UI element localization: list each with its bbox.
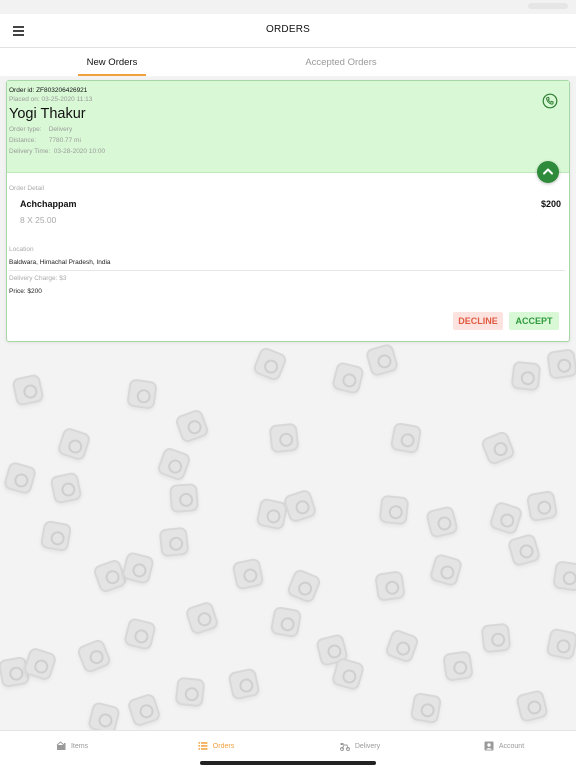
home-indicator xyxy=(200,761,376,765)
location-label: Location xyxy=(9,246,34,253)
background-pattern xyxy=(0,340,576,730)
decline-button[interactable]: DECLINE xyxy=(453,312,503,330)
nav-label-items: Items xyxy=(70,742,89,750)
divider xyxy=(9,270,565,271)
phone-icon[interactable] xyxy=(542,93,558,109)
distance: Distance: 7780.77 mi xyxy=(9,137,81,144)
collapse-button[interactable] xyxy=(537,161,559,183)
items-icon xyxy=(56,741,66,750)
order-type: Order type: Delivery xyxy=(9,126,73,133)
delivery-time: Delivery Time: 03-28-2020 10:00 xyxy=(9,148,106,155)
tab-new-orders[interactable]: New Orders xyxy=(78,48,146,76)
tab-accepted-orders[interactable]: Accepted Orders xyxy=(296,48,386,76)
nav-label-account: Account xyxy=(498,742,525,750)
page-title: ORDERS xyxy=(266,24,310,35)
order-id: Order id: ZF803206426921 xyxy=(9,87,88,94)
bottom-nav: Items Orders Delivery Account xyxy=(0,730,576,768)
item-price: $200 xyxy=(540,199,561,209)
item-name: Achchappam xyxy=(20,199,77,209)
delivery-icon xyxy=(339,743,350,751)
delivery-charge: Delivery Charge: $3 xyxy=(9,275,67,282)
customer-name: Yogi Thakur xyxy=(9,106,86,122)
account-icon xyxy=(484,741,494,751)
order-card-header[interactable]: Order id: ZF803206426921 Placed on: 03-2… xyxy=(7,81,569,173)
chevron-up-icon xyxy=(543,168,553,175)
order-detail-label: Order Detail xyxy=(9,185,45,192)
app-header: ORDERS xyxy=(0,14,576,48)
location-value: Baldwara, Himachal Pradesh, India xyxy=(9,259,111,266)
item-quantity: 8 X 25.00 xyxy=(20,215,57,225)
status-bar xyxy=(0,0,576,14)
placed-on: Placed on: 03-25-2020 11:13 xyxy=(9,96,93,103)
nav-item-account[interactable]: Account xyxy=(432,731,576,761)
order-price: Price: $200 xyxy=(9,288,42,295)
nav-label-delivery: Delivery xyxy=(354,742,381,750)
status-indicators xyxy=(528,3,568,9)
nav-item-items[interactable]: Items xyxy=(0,731,144,761)
orders-icon xyxy=(198,742,208,750)
nav-item-delivery[interactable]: Delivery xyxy=(288,731,432,761)
accept-button[interactable]: ACCEPT xyxy=(509,312,559,330)
order-card: Order id: ZF803206426921 Placed on: 03-2… xyxy=(6,80,570,342)
nav-item-orders[interactable]: Orders xyxy=(144,731,288,761)
order-tabs: New Orders Accepted Orders xyxy=(0,48,576,76)
nav-label-orders: Orders xyxy=(212,742,235,750)
